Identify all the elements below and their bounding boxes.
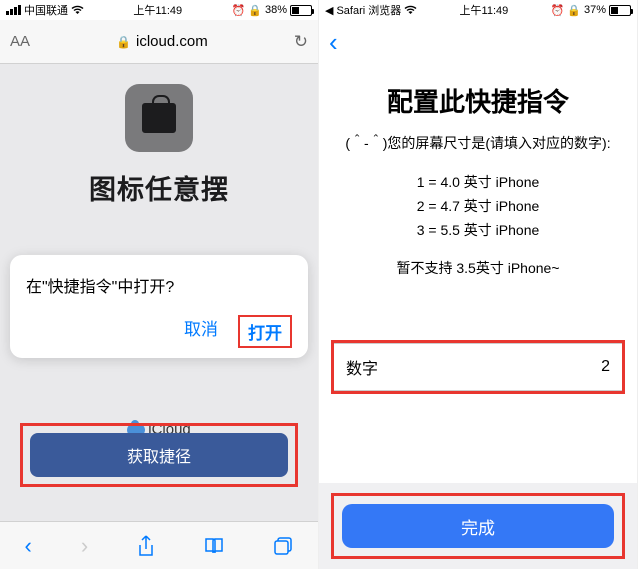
rotation-lock-icon: 🔒: [248, 4, 262, 17]
reload-icon[interactable]: ↻: [294, 32, 308, 52]
back-icon[interactable]: ‹: [25, 533, 32, 559]
shortcut-app-icon: [125, 84, 193, 152]
alarm-icon: ⏰: [551, 4, 565, 17]
forward-icon: ›: [81, 533, 88, 559]
wifi-icon: [404, 5, 417, 15]
carrier-label: 中国联通: [24, 2, 68, 18]
config-title: 配置此快捷指令: [333, 82, 623, 119]
battery-icon: [290, 5, 312, 16]
battery-pct: 37%: [584, 4, 606, 16]
unsupported-note: 暂不支持 3.5英寸 iPhone~: [333, 258, 623, 278]
highlight-box: 完成: [331, 493, 625, 559]
time-label: 上午11:49: [460, 2, 509, 18]
back-to-app-icon[interactable]: ◀: [325, 4, 333, 17]
rotation-lock-icon: 🔒: [567, 4, 581, 17]
status-bar: ◀ Safari 浏览器 上午11:49 ⏰ 🔒 37%: [319, 0, 637, 20]
tabs-icon[interactable]: [273, 536, 293, 556]
option-2: 2 = 4.7 英寸 iPhone: [417, 198, 540, 214]
status-bar: 中国联通 上午11:49 ⏰ 🔒 38%: [0, 0, 318, 20]
left-screenshot: 中国联通 上午11:49 ⏰ 🔒 38% AA 🔒 icloud.com ↻ 图标…: [0, 0, 319, 569]
right-screenshot: ◀ Safari 浏览器 上午11:49 ⏰ 🔒 37% ‹ 配置此快捷指令 (…: [319, 0, 638, 569]
config-body: 配置此快捷指令 (＾-＾)您的屏幕尺寸是(请填入对应的数字): 1 = 4.0 …: [319, 64, 637, 278]
url-text: icloud.com: [136, 33, 208, 50]
dialog-title: 在"快捷指令"中打开?: [26, 273, 292, 297]
highlight-box: 获取捷径: [20, 423, 298, 487]
get-shortcut-button[interactable]: 获取捷径: [30, 433, 288, 477]
number-input[interactable]: 数字 2: [334, 343, 622, 391]
share-icon[interactable]: [137, 535, 155, 557]
back-app-label[interactable]: Safari 浏览器: [336, 2, 401, 18]
option-1: 1 = 4.0 英寸 iPhone: [417, 174, 540, 190]
signal-icon: [6, 5, 21, 15]
battery-icon: [609, 5, 631, 16]
nav-bar: ‹: [319, 20, 637, 64]
cancel-button[interactable]: 取消: [184, 315, 218, 348]
screen-options: 1 = 4.0 英寸 iPhone 2 = 4.7 英寸 iPhone 3 = …: [333, 171, 623, 242]
bookmarks-icon[interactable]: [204, 537, 224, 555]
lock-icon: 🔒: [116, 35, 131, 49]
battery-pct: 38%: [265, 4, 287, 16]
alarm-icon: ⏰: [232, 4, 246, 17]
shortcut-title: 图标任意摆: [89, 168, 229, 207]
address-bar[interactable]: AA 🔒 icloud.com ↻: [0, 20, 318, 64]
highlight-box: 数字 2: [331, 340, 625, 394]
wifi-icon: [71, 5, 84, 15]
time-label: 上午11:49: [133, 2, 182, 18]
text-size-icon[interactable]: AA: [10, 33, 30, 50]
input-label: 数字: [346, 355, 378, 379]
done-button[interactable]: 完成: [342, 504, 614, 548]
safari-toolbar: ‹ ›: [0, 521, 318, 569]
config-subtitle: (＾-＾)您的屏幕尺寸是(请填入对应的数字):: [333, 133, 623, 153]
open-button[interactable]: 打开: [238, 315, 292, 348]
option-3: 3 = 5.5 英寸 iPhone: [417, 222, 540, 238]
back-chevron-icon[interactable]: ‹: [329, 27, 338, 58]
open-dialog: 在"快捷指令"中打开? 取消 打开: [10, 255, 308, 358]
input-value: 2: [601, 358, 610, 376]
